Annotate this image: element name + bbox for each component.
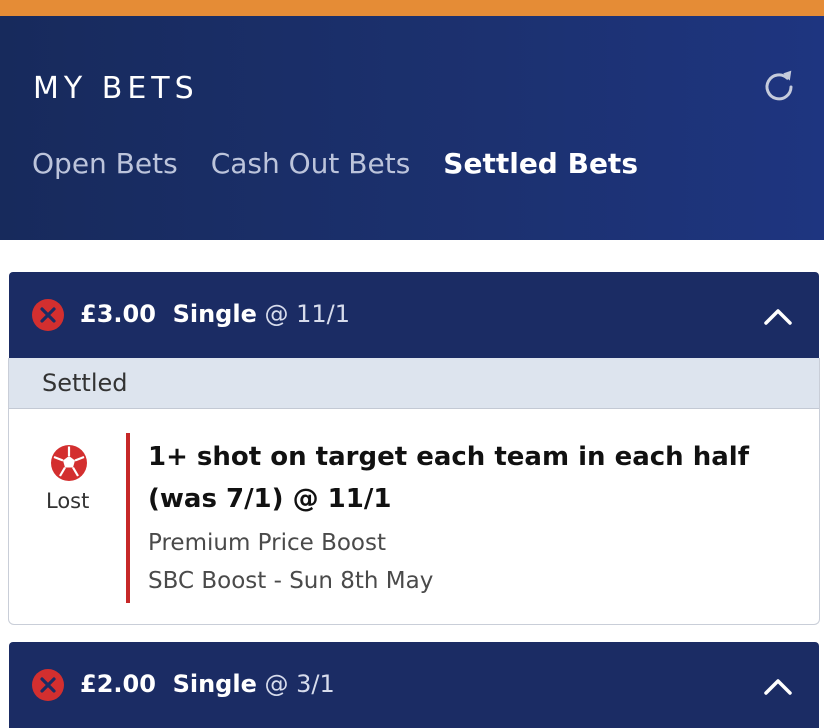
- tab-cash-out-bets[interactable]: Cash Out Bets: [211, 147, 411, 180]
- tab-settled-bets[interactable]: Settled Bets: [443, 147, 638, 180]
- bet-summary: £2.00 Single @ 3/1: [80, 670, 335, 698]
- football-icon: [51, 445, 87, 481]
- lost-x-icon: [32, 669, 64, 701]
- chevron-up-icon[interactable]: [761, 674, 795, 698]
- refresh-icon: [765, 70, 793, 101]
- bet-stake: £2.00: [80, 670, 156, 698]
- bet-type: Single: [172, 670, 257, 698]
- selection-result: Lost: [46, 489, 90, 513]
- my-bets-header: MY BETS Open Bets Cash Out Bets Settled …: [0, 16, 824, 240]
- bet-summary: £3.00 Single @ 11/1: [80, 300, 350, 328]
- bet-status: Settled: [42, 369, 128, 397]
- page-title: MY BETS: [33, 71, 199, 106]
- bet-card-body: Settled Lost 1+ shot on target each team…: [8, 358, 820, 625]
- chevron-up-icon[interactable]: [761, 304, 795, 328]
- bet-tabs: Open Bets Cash Out Bets Settled Bets: [32, 147, 671, 180]
- refresh-button[interactable]: [760, 68, 800, 104]
- result-divider: [126, 433, 130, 603]
- bet-card-header[interactable]: £2.00 Single @ 3/1: [9, 642, 819, 728]
- lost-x-icon: [32, 299, 64, 331]
- bet-type: Single: [172, 300, 257, 328]
- tab-open-bets[interactable]: Open Bets: [32, 147, 178, 180]
- bet-odds: @ 3/1: [264, 670, 335, 698]
- status-bar: Settled: [9, 358, 819, 409]
- selection-market: Premium Price Boost: [148, 530, 386, 556]
- top-accent-bar: [0, 0, 824, 16]
- bet-odds: @ 11/1: [264, 300, 351, 328]
- selection-event: SBC Boost - Sun 8th May: [148, 568, 434, 594]
- bet-stake: £3.00: [80, 300, 156, 328]
- selection-title: 1+ shot on target each team in each half…: [148, 442, 750, 514]
- bet-card-header[interactable]: £3.00 Single @ 11/1: [9, 272, 819, 358]
